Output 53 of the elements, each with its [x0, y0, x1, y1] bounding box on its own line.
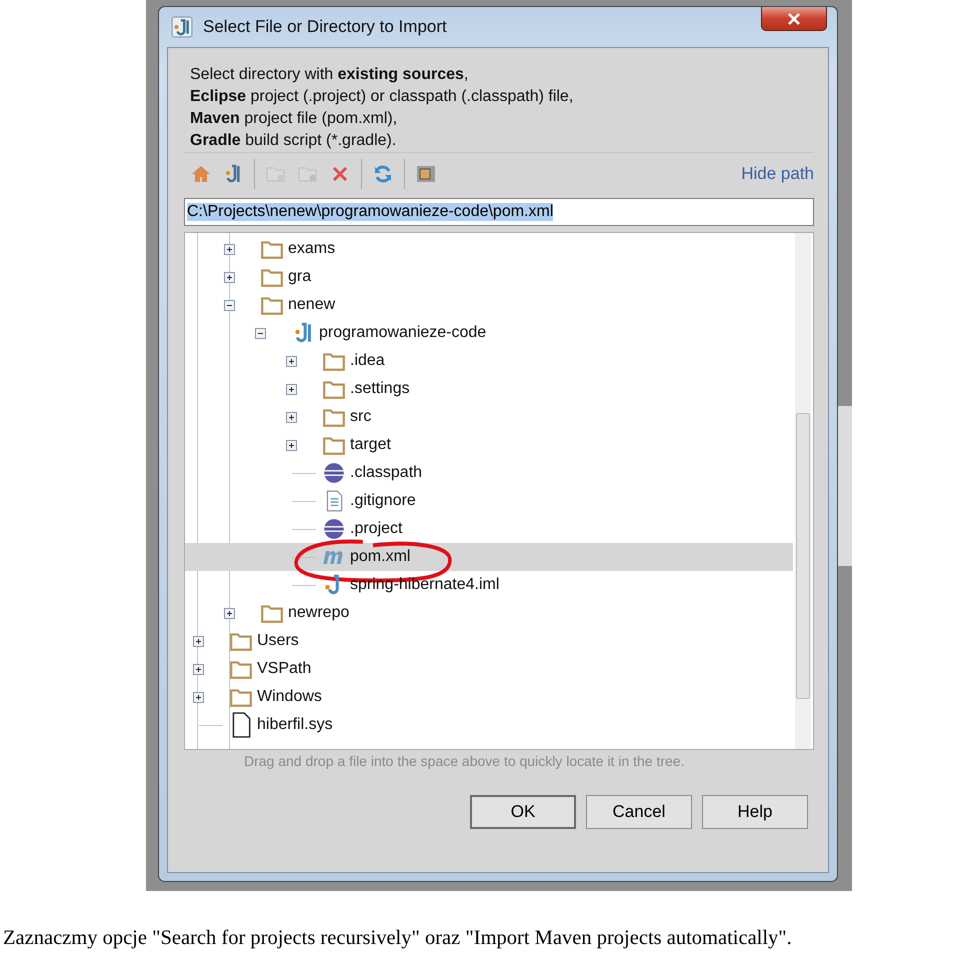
tree-item[interactable]: target [350, 436, 391, 454]
dialog-button[interactable]: OK [470, 795, 576, 829]
dialog-button[interactable]: Help [702, 795, 808, 829]
expand-toggle[interactable] [286, 384, 297, 394]
tree-item[interactable]: VSPath [257, 660, 312, 678]
eclipse-icon [322, 462, 346, 484]
house-icon [191, 164, 211, 184]
description-line: Maven project file (pom.xml), [190, 109, 398, 129]
tree-item[interactable]: Windows [257, 688, 322, 706]
close-icon [787, 12, 801, 24]
tree-item[interactable]: gra [288, 268, 312, 286]
eclipse-icon [322, 518, 346, 540]
tree-item[interactable]: .classpath [350, 464, 422, 482]
expand-toggle[interactable] [224, 244, 235, 254]
close-button[interactable] [761, 7, 827, 31]
tree-item[interactable]: Users [257, 632, 299, 650]
tree-item[interactable]: programowanieze-code [319, 324, 486, 342]
tree-item[interactable]: exams [288, 240, 336, 258]
refresh-icon [373, 164, 393, 184]
expand-toggle[interactable] [193, 664, 204, 674]
maven-icon [323, 550, 345, 564]
expand-toggle[interactable] [286, 356, 297, 366]
description-line: Eclipse project (.project) or classpath (.classpath) file, [190, 87, 574, 107]
path-field[interactable]: C:\Projects\nenew\programowanieze-code\pom.xml [184, 198, 814, 226]
delete-icon [330, 164, 350, 184]
tree-item[interactable]: hiberfil.sys [257, 716, 333, 734]
tree-item[interactable]: .settings [350, 380, 410, 398]
collapse-toggle[interactable] [255, 328, 266, 338]
expand-toggle[interactable] [193, 692, 204, 702]
expand-toggle[interactable] [286, 440, 297, 450]
tree-item[interactable]: nenew [288, 296, 336, 314]
description-line: Gradle build script (*.gradle). [190, 131, 398, 151]
hint-text: Drag and drop a file into the space above to quickly locate it in the tree. [243, 752, 686, 769]
expand-toggle[interactable] [193, 636, 204, 646]
collapse-toggle[interactable] [224, 300, 235, 310]
tree-item[interactable]: src [350, 408, 372, 426]
scrollbar-thumb[interactable] [796, 413, 810, 699]
hide-path-link[interactable]: Hide path [741, 164, 814, 184]
tree-item[interactable]: .gitignore [350, 492, 416, 510]
tree-item[interactable]: newrepo [288, 604, 350, 622]
expand-toggle[interactable] [224, 608, 235, 618]
tree-item[interactable]: pom.xml [350, 548, 410, 566]
expand-toggle[interactable] [286, 412, 297, 422]
expand-toggle[interactable] [224, 272, 235, 282]
dialog-button[interactable]: Cancel [586, 795, 692, 829]
tree-item[interactable]: .project [350, 520, 402, 538]
app-logo-icon [171, 16, 193, 38]
window-title: Select File or Directory to Import [203, 17, 447, 37]
tree-item[interactable]: .idea [350, 352, 385, 370]
hidden-files-icon [416, 164, 436, 184]
tree-item[interactable]: spring-hibernate4.iml [350, 576, 500, 594]
description-line: Select directory with existing sources, [190, 65, 470, 85]
caption: Zaznaczmy opcje "Search for projects recursively" oraz "Import Maven projects automatically". [3, 927, 793, 950]
